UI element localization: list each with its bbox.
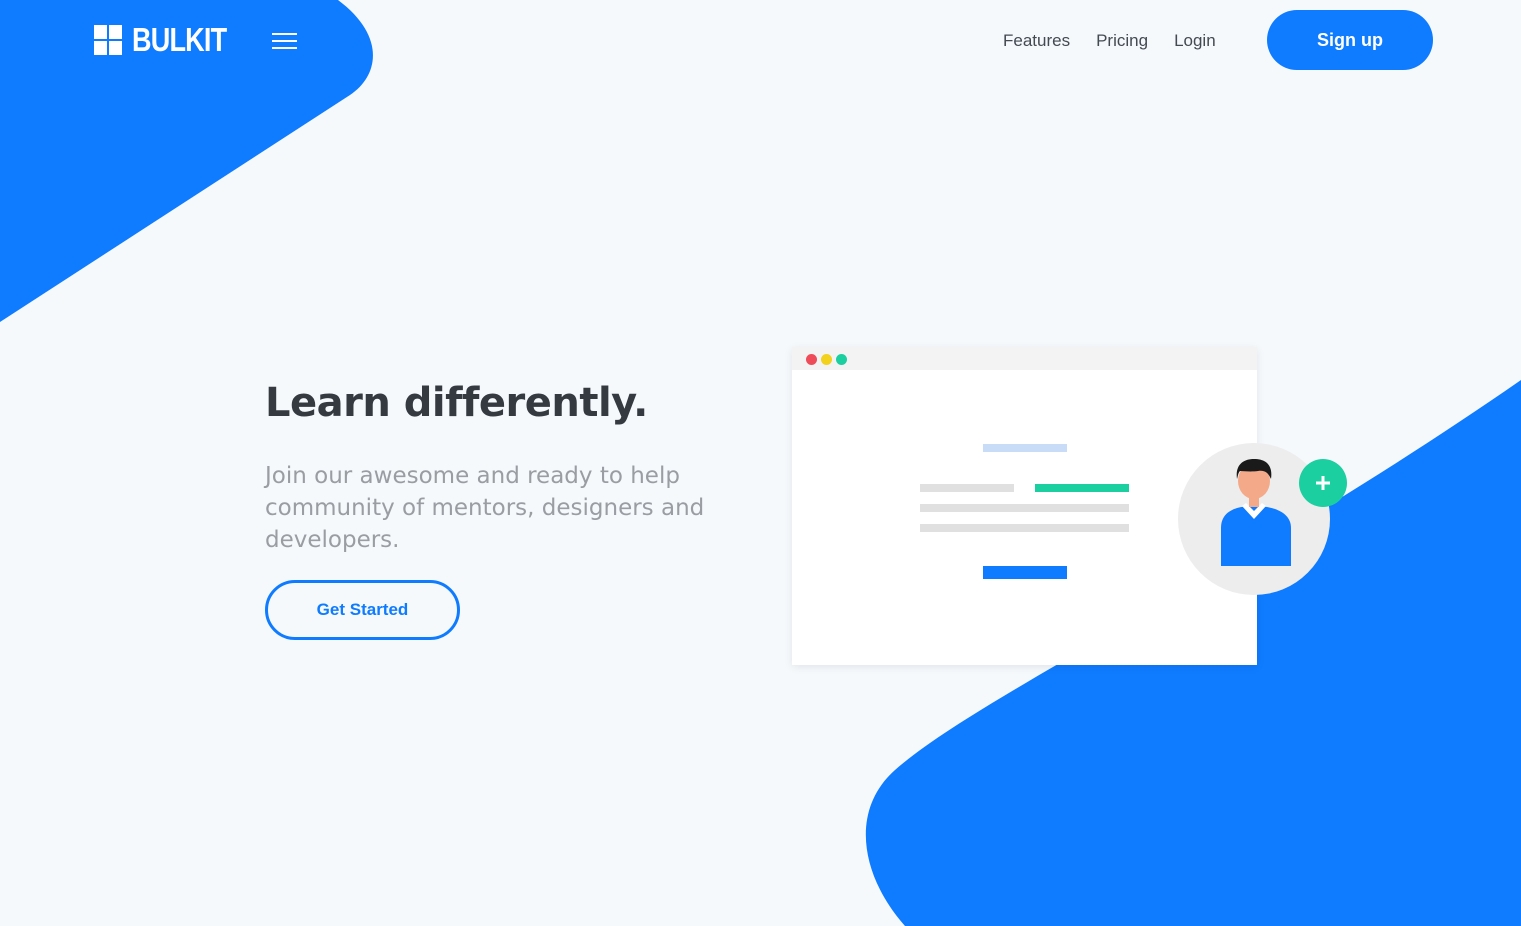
- brand-logo[interactable]: BULKIT: [94, 21, 247, 58]
- nav-link-features[interactable]: Features: [1003, 29, 1070, 53]
- brand-name: BULKIT: [132, 21, 227, 58]
- placeholder-text-bar: [920, 504, 1129, 512]
- hamburger-line: [272, 40, 297, 42]
- hamburger-line: [272, 47, 297, 49]
- landing-page: BULKIT Features Pricing Login Sign up Le…: [0, 0, 1521, 926]
- hamburger-line: [272, 33, 297, 35]
- hamburger-menu-icon[interactable]: [268, 29, 300, 53]
- nav-link-pricing[interactable]: Pricing: [1096, 29, 1148, 53]
- placeholder-button-bar: [983, 566, 1067, 579]
- placeholder-text-bar: [920, 524, 1129, 532]
- nav-links: Features Pricing Login: [1003, 29, 1242, 53]
- placeholder-heading-bar: [983, 444, 1067, 452]
- placeholder-highlight-bar: [1035, 484, 1129, 492]
- placeholder-text-bar: [920, 484, 1014, 492]
- window-dot-red: [806, 354, 817, 365]
- window-dot-green: [836, 354, 847, 365]
- browser-title-bar: [792, 347, 1257, 370]
- nav-link-login[interactable]: Login: [1174, 29, 1216, 53]
- navbar: BULKIT Features Pricing Login Sign up: [0, 0, 1521, 82]
- window-dot-yellow: [821, 354, 832, 365]
- grid-logo-icon: [94, 25, 122, 55]
- signup-button[interactable]: Sign up: [1267, 10, 1433, 70]
- plus-icon[interactable]: [1299, 459, 1347, 507]
- get-started-button[interactable]: Get Started: [265, 580, 460, 640]
- hero-subtitle: Join our awesome and ready to help commu…: [265, 463, 705, 553]
- hero-title: Learn differently.: [265, 380, 648, 426]
- plus-glyph: [1316, 476, 1330, 490]
